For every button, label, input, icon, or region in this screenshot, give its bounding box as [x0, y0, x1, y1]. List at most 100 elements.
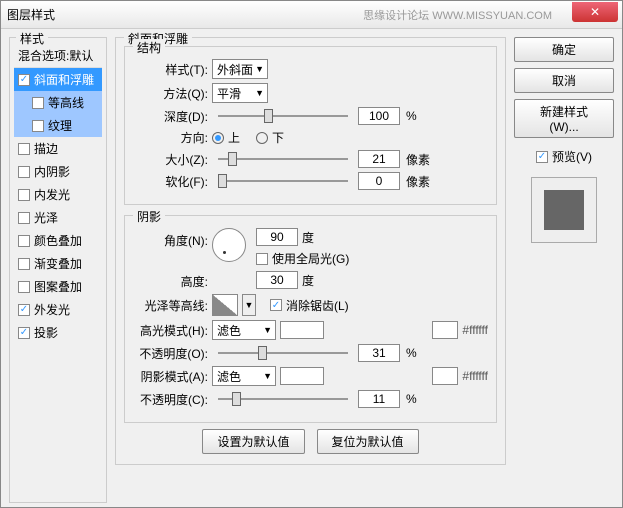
style-checkbox[interactable]: [32, 97, 44, 109]
size-input[interactable]: 21: [358, 150, 400, 168]
global-light-checkbox[interactable]: [256, 253, 268, 265]
shadow-hex-swatch[interactable]: [432, 367, 458, 385]
shadow-opacity-label: 不透明度(C):: [133, 391, 208, 408]
shadow-hex: #ffffff: [462, 369, 488, 383]
altitude-label: 高度:: [133, 273, 208, 290]
altitude-unit: 度: [302, 272, 314, 289]
style-checkbox[interactable]: [18, 304, 30, 316]
style-item-1[interactable]: 等高线: [14, 91, 102, 114]
style-item-10[interactable]: 外发光: [14, 298, 102, 321]
direction-up-radio[interactable]: [212, 132, 224, 144]
style-checkbox[interactable]: [18, 281, 30, 293]
highlight-mode-label: 高光模式(H):: [133, 322, 208, 339]
gloss-label: 光泽等高线:: [133, 297, 208, 314]
direction-label: 方向:: [133, 129, 208, 146]
ok-button[interactable]: 确定: [514, 37, 614, 62]
style-item-label: 内阴影: [34, 163, 70, 180]
chevron-down-icon: ▼: [263, 325, 272, 335]
style-checkbox[interactable]: [18, 189, 30, 201]
gloss-contour-dropdown[interactable]: ▼: [242, 294, 256, 316]
highlight-mode-select[interactable]: 滤色▼: [212, 320, 276, 340]
style-item-8[interactable]: 渐变叠加: [14, 252, 102, 275]
shadow-opacity-slider[interactable]: [218, 390, 348, 408]
style-item-3[interactable]: 描边: [14, 137, 102, 160]
close-button[interactable]: ✕: [572, 2, 618, 22]
highlight-opacity-slider[interactable]: [218, 344, 348, 362]
window-title: 图层样式: [7, 6, 55, 23]
style-checkbox[interactable]: [18, 258, 30, 270]
gloss-contour-picker[interactable]: [212, 294, 238, 316]
structure-title: 结构: [133, 39, 165, 56]
style-item-label: 斜面和浮雕: [34, 71, 94, 88]
soften-label: 软化(F):: [133, 173, 208, 190]
blend-options[interactable]: 混合选项:默认: [14, 44, 102, 68]
angle-unit: 度: [302, 229, 314, 246]
style-item-9[interactable]: 图案叠加: [14, 275, 102, 298]
style-item-11[interactable]: 投影: [14, 321, 102, 344]
angle-dial[interactable]: [212, 228, 246, 262]
depth-slider[interactable]: [218, 107, 348, 125]
styles-header: 样式: [16, 30, 48, 47]
style-checkbox[interactable]: [18, 212, 30, 224]
styles-panel: 样式 混合选项:默认斜面和浮雕等高线纹理描边内阴影内发光光泽颜色叠加渐变叠加图案…: [9, 37, 107, 503]
style-checkbox[interactable]: [18, 235, 30, 247]
shading-group: 阴影 角度(N): 90 度 使用全局光(G): [124, 215, 497, 423]
bevel-group: 斜面和浮雕 结构 样式(T): 外斜面▼ 方法(Q): 平滑▼ 深度(D):: [115, 37, 506, 465]
style-item-label: 描边: [34, 140, 58, 157]
style-item-2[interactable]: 纹理: [14, 114, 102, 137]
preview-label: 预览(V): [552, 148, 592, 165]
style-item-label: 渐变叠加: [34, 255, 82, 272]
new-style-button[interactable]: 新建样式(W)...: [514, 99, 614, 138]
antialias-label: 消除锯齿(L): [286, 297, 349, 314]
style-item-label: 图案叠加: [34, 278, 82, 295]
soften-slider[interactable]: [218, 172, 348, 190]
method-label: 方法(Q):: [133, 85, 208, 102]
style-item-label: 内发光: [34, 186, 70, 203]
style-item-label: 等高线: [48, 94, 84, 111]
shading-title: 阴影: [133, 208, 165, 225]
highlight-opacity-input[interactable]: 31: [358, 344, 400, 362]
style-select[interactable]: 外斜面▼: [212, 59, 268, 79]
highlight-color-swatch[interactable]: [280, 321, 324, 339]
style-item-6[interactable]: 光泽: [14, 206, 102, 229]
shadow-mode-select[interactable]: 滤色▼: [212, 366, 276, 386]
angle-label: 角度(N):: [133, 232, 208, 249]
style-checkbox[interactable]: [18, 143, 30, 155]
soften-input[interactable]: 0: [358, 172, 400, 190]
preview-checkbox[interactable]: [536, 151, 548, 163]
preview-box: [531, 177, 597, 243]
style-checkbox[interactable]: [18, 74, 30, 86]
style-item-label: 光泽: [34, 209, 58, 226]
reset-default-button[interactable]: 复位为默认值: [317, 429, 419, 454]
highlight-hex: #ffffff: [462, 323, 488, 337]
chevron-down-icon: ▼: [263, 371, 272, 381]
antialias-checkbox[interactable]: [270, 299, 282, 311]
shadow-mode-label: 阴影模式(A):: [133, 368, 208, 385]
depth-input[interactable]: 100: [358, 107, 400, 125]
chevron-down-icon: ▼: [255, 88, 264, 98]
style-checkbox[interactable]: [18, 166, 30, 178]
size-unit: 像素: [406, 151, 430, 168]
direction-down-radio[interactable]: [256, 132, 268, 144]
method-select[interactable]: 平滑▼: [212, 83, 268, 103]
style-label: 样式(T):: [133, 61, 208, 78]
shadow-color-swatch[interactable]: [280, 367, 324, 385]
style-item-4[interactable]: 内阴影: [14, 160, 102, 183]
soften-unit: 像素: [406, 173, 430, 190]
style-item-label: 颜色叠加: [34, 232, 82, 249]
watermark: 思缘设计论坛 WWW.MISSYUAN.COM: [363, 7, 552, 23]
style-checkbox[interactable]: [18, 327, 30, 339]
style-item-label: 纹理: [48, 117, 72, 134]
highlight-hex-swatch[interactable]: [432, 321, 458, 339]
style-checkbox[interactable]: [32, 120, 44, 132]
style-item-5[interactable]: 内发光: [14, 183, 102, 206]
size-slider[interactable]: [218, 150, 348, 168]
angle-input[interactable]: 90: [256, 228, 298, 246]
altitude-input[interactable]: 30: [256, 271, 298, 289]
cancel-button[interactable]: 取消: [514, 68, 614, 93]
style-item-0[interactable]: 斜面和浮雕: [14, 68, 102, 91]
style-item-7[interactable]: 颜色叠加: [14, 229, 102, 252]
make-default-button[interactable]: 设置为默认值: [202, 429, 304, 454]
style-item-label: 投影: [34, 324, 58, 341]
shadow-opacity-input[interactable]: 11: [358, 390, 400, 408]
